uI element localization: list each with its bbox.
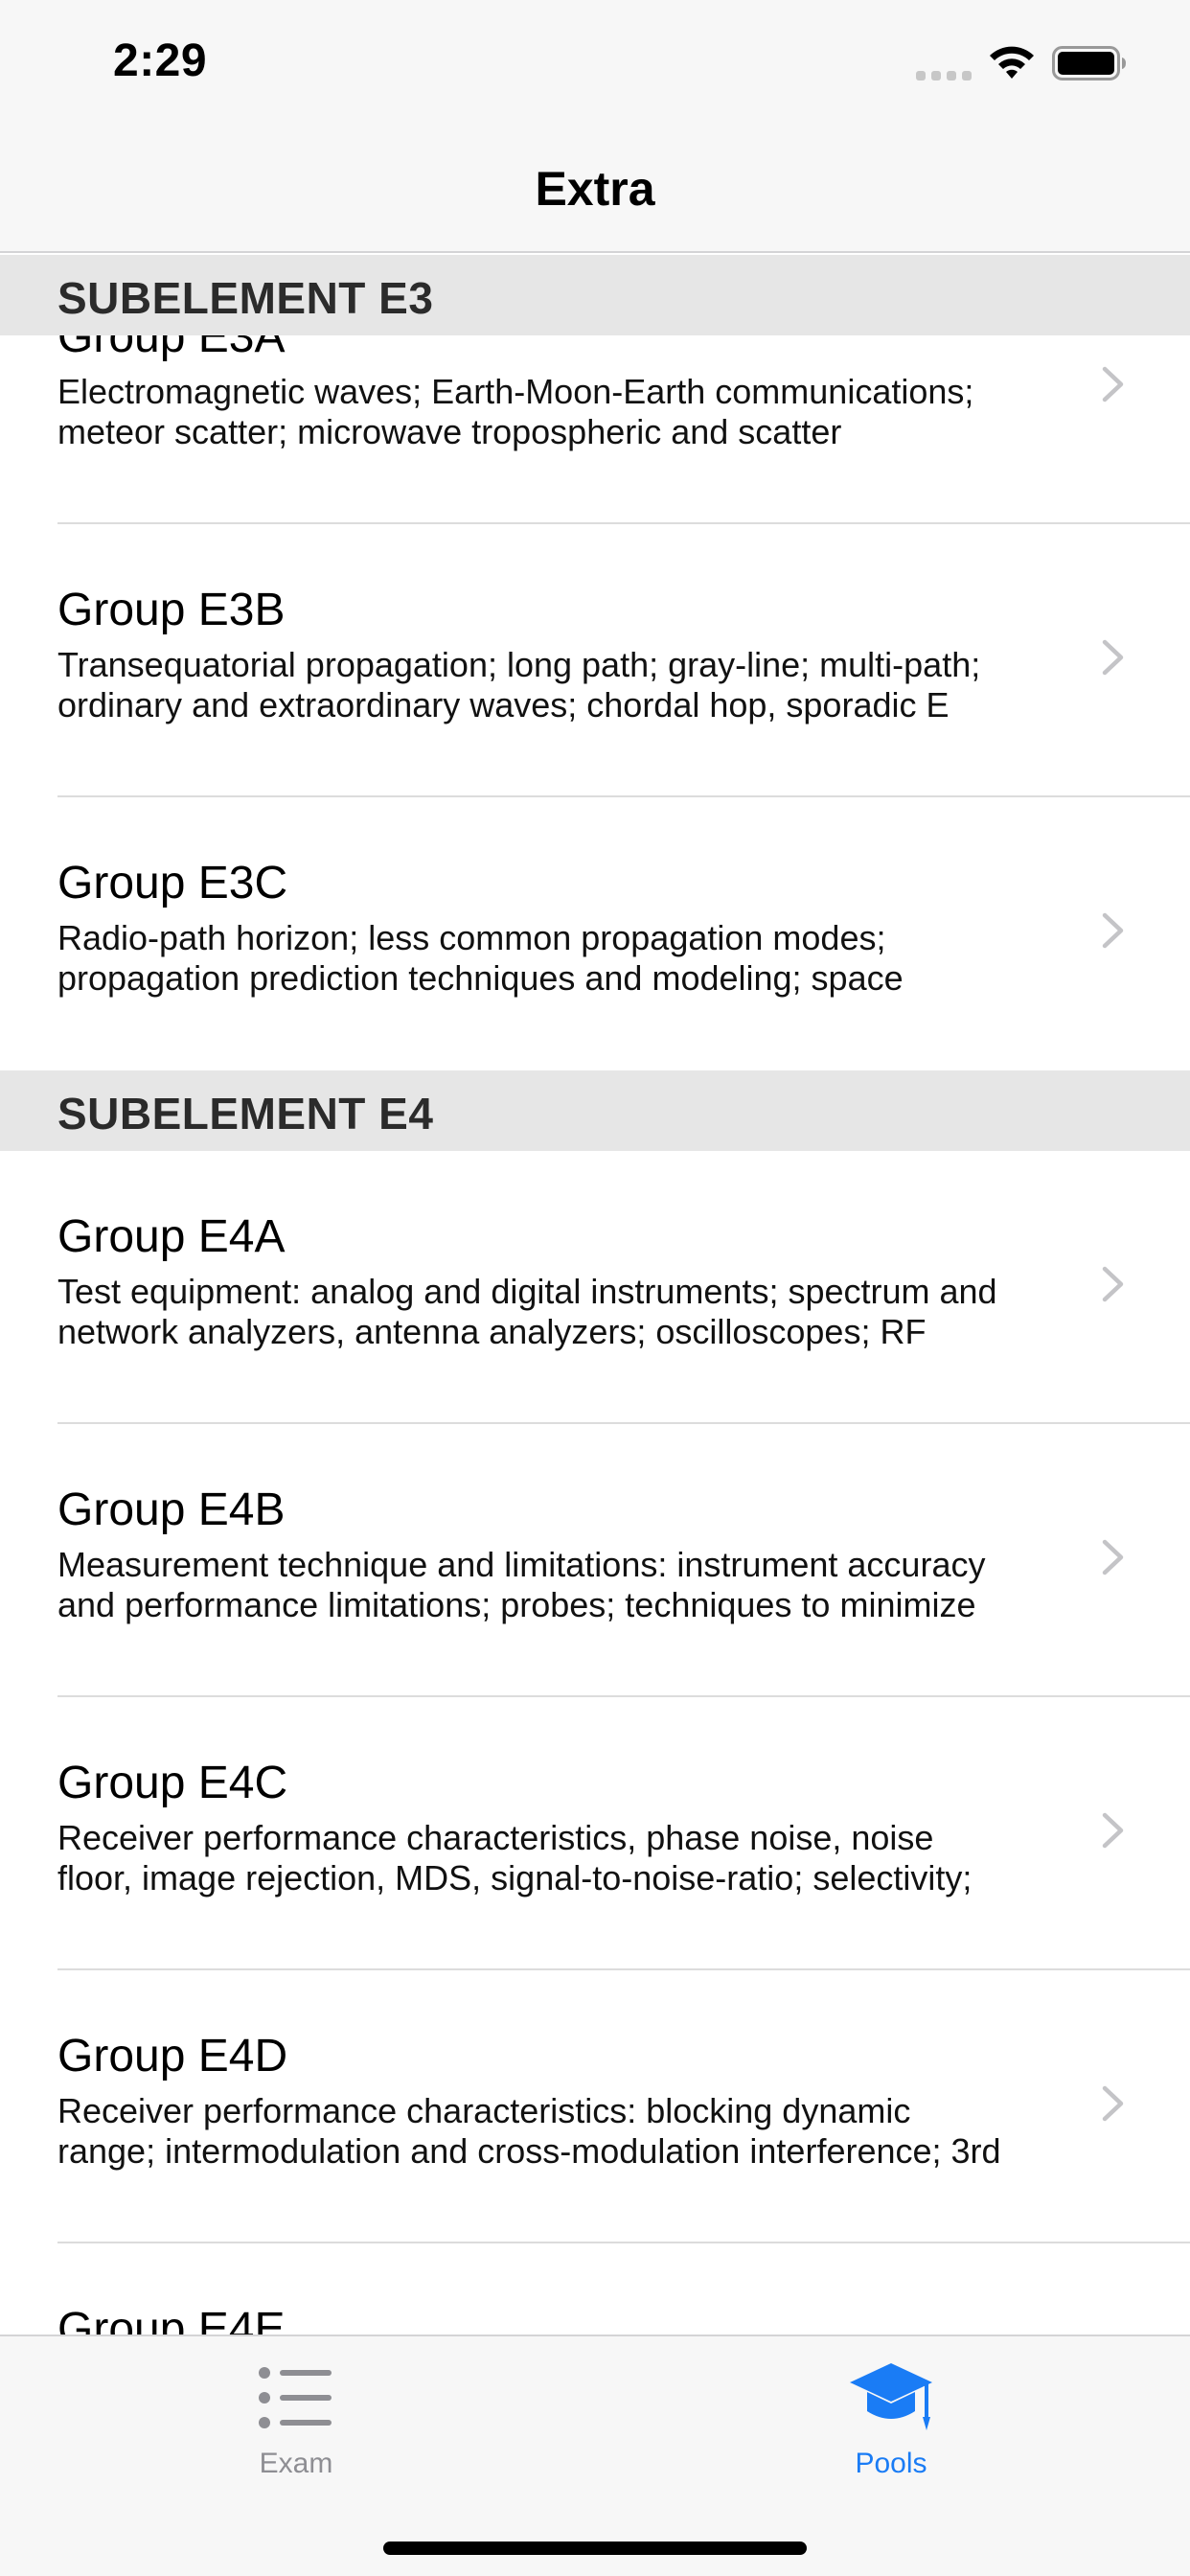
group-description: Radio-path horizon; less common propagat…: [57, 918, 1073, 999]
tab-exam-label: Exam: [259, 2448, 333, 2479]
sticky-section-header-label: SUBELEMENT E3: [57, 273, 434, 323]
group-title: Group E4E: [57, 2304, 286, 2334]
description-line: meteor scatter; microwave tropospheric a…: [57, 412, 842, 451]
group-description: Electromagnetic waves; Earth-Moon-Earth …: [57, 372, 1073, 452]
section-header: SUBELEMENT E4: [0, 1070, 1190, 1151]
chevron-right-icon: [1102, 912, 1124, 949]
group-description: Receiver performance characteristics, ph…: [57, 1818, 1073, 1898]
description-line: propagation prediction techniques and mo…: [57, 958, 904, 998]
group-title: Group E3C: [57, 858, 288, 908]
description-line: Receiver performance characteristics, ph…: [57, 1818, 934, 1857]
list-item-group-e4e[interactable]: Group E4E: [0, 2243, 1190, 2334]
chevron-right-icon: [1102, 639, 1124, 676]
group-title: Group E3B: [57, 585, 286, 635]
page-title: Extra: [535, 162, 655, 216]
home-indicator[interactable]: [383, 2542, 807, 2555]
tab-pools[interactable]: Pools: [795, 2359, 987, 2480]
description-line: ordinary and extraordinary waves; chorda…: [57, 685, 950, 724]
group-title: Group E4C: [57, 1758, 288, 1808]
chevron-right-icon: [1102, 1539, 1124, 1576]
chevron-right-icon: [1102, 1812, 1124, 1849]
graduation-cap-icon: [850, 2363, 932, 2430]
tab-exam[interactable]: Exam: [200, 2359, 392, 2480]
group-description: Receiver performance characteristics: bl…: [57, 2091, 1073, 2172]
group-title: Group E4A: [57, 1211, 286, 1262]
chevron-right-icon: [1102, 2085, 1124, 2122]
group-description: Measurement technique and limitations: i…: [57, 1545, 1073, 1625]
question-pool-list[interactable]: SUBELEMENT E3 Group E3A Electromagnetic …: [0, 255, 1190, 2334]
description-line: Measurement technique and limitations: i…: [57, 1545, 986, 1584]
description-line: Transequatorial propagation; long path; …: [57, 645, 981, 684]
status-time: 2:29: [113, 35, 208, 86]
sticky-section-header: SUBELEMENT E3: [0, 255, 1190, 335]
description-line: Electromagnetic waves; Earth-Moon-Earth …: [57, 372, 974, 411]
wifi-icon: [990, 46, 1034, 79]
list-icon: [259, 2367, 332, 2428]
battery-icon: [1052, 46, 1126, 80]
tab-pools-label: Pools: [855, 2448, 927, 2479]
cellular-signal-icon: [916, 71, 972, 80]
group-description: Test equipment: analog and digital instr…: [57, 1272, 1073, 1352]
group-title: Group E4D: [57, 2031, 288, 2082]
chevron-right-icon: [1102, 366, 1124, 402]
list-item-group-e4c[interactable]: Group E4C Receiver performance character…: [0, 1697, 1190, 1970]
description-line: floor, image rejection, MDS, signal-to-n…: [57, 1858, 973, 1898]
navigation-bar: Extra: [0, 134, 1190, 253]
section-header-label: SUBELEMENT E4: [57, 1089, 434, 1138]
tab-bar: Exam Pools: [0, 2334, 1190, 2576]
description-line: and performance limitations; probes; tec…: [57, 1585, 976, 1624]
group-description: Transequatorial propagation; long path; …: [57, 645, 1073, 725]
list-item-group-e4a[interactable]: Group E4A Test equipment: analog and dig…: [0, 1151, 1190, 1424]
chevron-right-icon: [1102, 1266, 1124, 1302]
list-item-group-e3c[interactable]: Group E3C Radio-path horizon; less commo…: [0, 797, 1190, 1070]
list-item-group-e3b[interactable]: Group E3B Transequatorial propagation; l…: [0, 524, 1190, 797]
status-bar: 2:29: [0, 0, 1190, 134]
group-title: Group E4B: [57, 1484, 286, 1535]
description-line: Test equipment: analog and digital instr…: [57, 1272, 997, 1311]
list-item-group-e4d[interactable]: Group E4D Receiver performance character…: [0, 1970, 1190, 2243]
description-line: Radio-path horizon; less common propagat…: [57, 918, 886, 957]
description-line: network analyzers, antenna analyzers; os…: [57, 1312, 927, 1351]
list-item-group-e4b[interactable]: Group E4B Measurement technique and limi…: [0, 1424, 1190, 1697]
description-line: range; intermodulation and cross-modulat…: [57, 2131, 1001, 2171]
description-line: Receiver performance characteristics: bl…: [57, 2091, 911, 2130]
